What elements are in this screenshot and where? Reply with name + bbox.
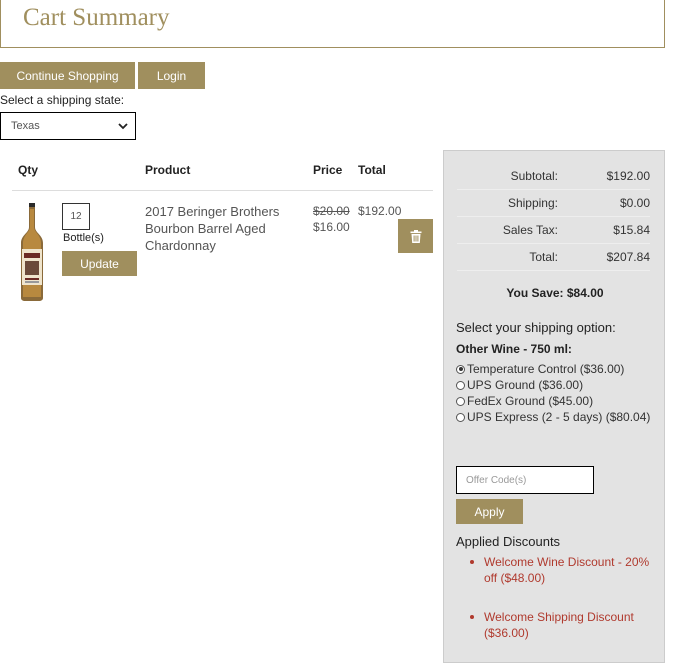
discount-item: Welcome Shipping Discount ($36.00) — [484, 610, 634, 640]
shipping-option-label: Temperature Control ($36.00) — [467, 362, 625, 376]
radio-unselected[interactable] — [456, 380, 465, 390]
remove-item-button[interactable] — [398, 219, 433, 253]
column-header-qty: Qty — [18, 163, 39, 177]
shipping-state-select[interactable]: Texas — [0, 112, 136, 140]
shipping-option-title: Select your shipping option: — [456, 320, 616, 335]
sale-price: $16.00 — [313, 220, 350, 234]
page-title: Cart Summary — [23, 4, 170, 31]
radio-unselected[interactable] — [456, 396, 465, 406]
apply-button[interactable]: Apply — [456, 499, 523, 524]
order-summary-panel: Subtotal: $192.00 Shipping: $0.00 Sales … — [443, 150, 665, 663]
original-price: $20.00 — [313, 204, 350, 218]
column-header-total: Total — [358, 163, 386, 177]
chevron-down-icon — [118, 123, 128, 130]
line-total: $192.00 — [358, 204, 402, 218]
applied-discounts-title: Applied Discounts — [456, 534, 561, 549]
header-box: Cart Summary — [0, 0, 665, 48]
discount-item: Welcome Wine Discount - 20% off ($48.00) — [484, 555, 650, 585]
summary-row-sales-tax: Sales Tax: $15.84 — [457, 217, 650, 244]
you-save-text: You Save: $84.00 — [506, 286, 604, 300]
summary-row-total: Total: $207.84 — [457, 244, 650, 271]
summary-row-shipping: Shipping: $0.00 — [457, 190, 650, 217]
radio-unselected[interactable] — [456, 412, 465, 422]
wine-bottle-image — [21, 203, 43, 301]
quantity-input[interactable]: 12 — [62, 203, 90, 230]
shipping-option-label: UPS Ground ($36.00) — [467, 378, 584, 392]
summary-value: $15.84 — [613, 223, 650, 237]
shipping-option-temperature-control[interactable]: Temperature Control ($36.00) — [456, 362, 624, 376]
quantity-unit: Bottle(s) — [63, 232, 104, 244]
summary-value: $0.00 — [619, 196, 650, 210]
table-divider — [12, 190, 433, 191]
summary-label: Total: — [529, 250, 558, 264]
radio-selected[interactable] — [456, 364, 465, 374]
login-button[interactable]: Login — [138, 62, 205, 89]
product-name-link[interactable]: 2017 Beringer Brothers Bourbon Barrel Ag… — [145, 203, 305, 254]
update-button[interactable]: Update — [62, 251, 137, 276]
bullet-icon — [470, 560, 474, 564]
shipping-option-fedex-ground[interactable]: FedEx Ground ($45.00) — [456, 394, 593, 408]
shipping-option-ups-ground[interactable]: UPS Ground ($36.00) — [456, 378, 583, 392]
summary-label: Subtotal: — [510, 169, 558, 183]
column-header-price: Price — [313, 163, 343, 177]
shipping-option-label: FedEx Ground ($45.00) — [467, 394, 594, 408]
continue-shopping-button[interactable]: Continue Shopping — [0, 62, 135, 89]
summary-value: $207.84 — [606, 250, 650, 264]
shipping-state-label: Select a shipping state: — [0, 93, 125, 107]
column-header-product: Product — [145, 163, 191, 177]
shipping-option-ups-express[interactable]: UPS Express (2 - 5 days) ($80.04) — [456, 410, 650, 424]
summary-value: $192.00 — [606, 169, 650, 183]
summary-row-subtotal: Subtotal: $192.00 — [457, 163, 650, 190]
shipping-group-label: Other Wine - 750 ml: — [456, 342, 572, 356]
offer-code-input[interactable]: Offer Code(s) — [456, 466, 594, 494]
shipping-state-value: Texas — [11, 120, 40, 132]
trash-icon — [410, 229, 421, 243]
summary-label: Sales Tax: — [502, 223, 558, 237]
summary-label: Shipping: — [507, 196, 558, 210]
shipping-option-label: UPS Express (2 - 5 days) ($80.04) — [467, 410, 651, 424]
bullet-icon — [470, 615, 474, 619]
